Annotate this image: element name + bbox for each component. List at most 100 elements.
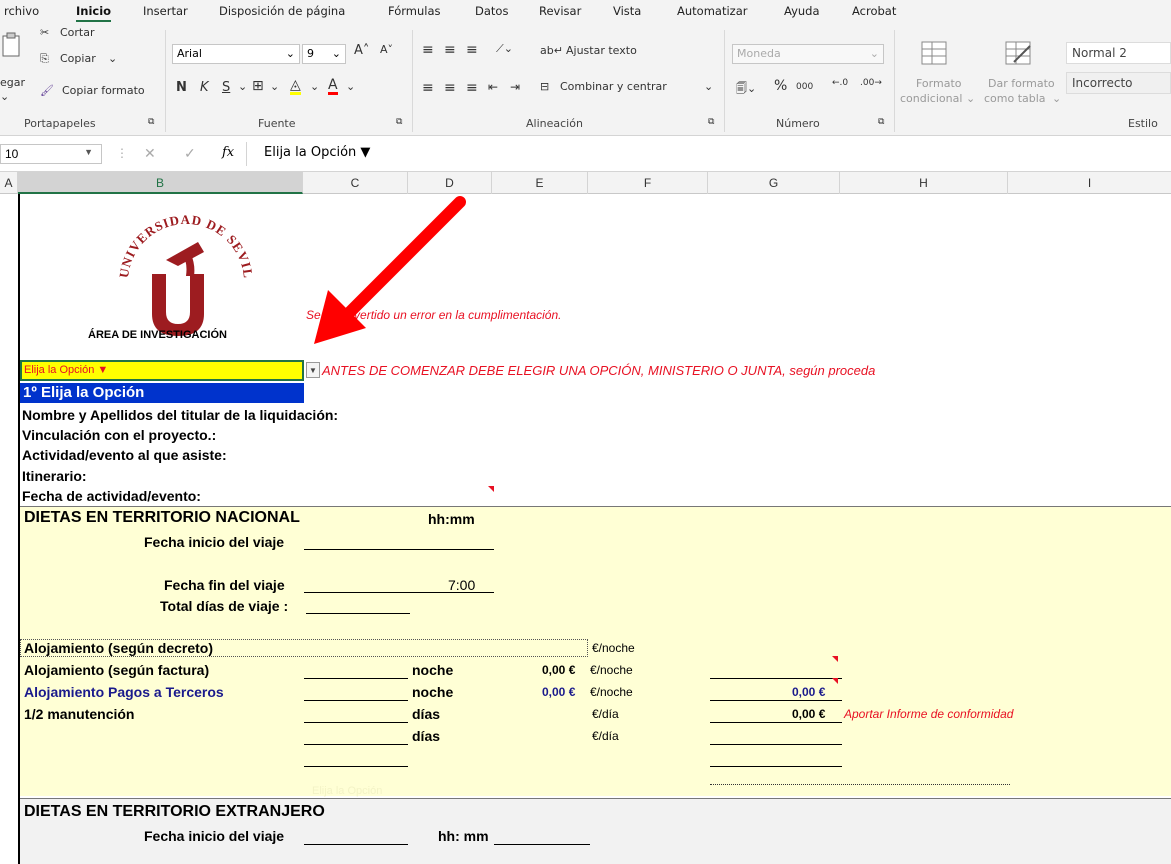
extranjero-inicio-label: Fecha inicio del viaje (144, 828, 285, 844)
thousands-button[interactable]: 000 (796, 82, 813, 92)
merge-chevron-icon[interactable]: ⌄ (704, 80, 713, 93)
copy-chevron-icon[interactable]: ⌄ (108, 52, 117, 65)
borders-chevron-icon[interactable]: ⌄ (270, 80, 279, 93)
align-bottom-icon[interactable]: ≡ (466, 42, 478, 58)
nacional-fin-time[interactable]: 7:00 (448, 577, 475, 593)
format-as-table-icon[interactable] (1004, 40, 1032, 69)
align-top-icon[interactable]: ≡ (422, 42, 434, 58)
cut-button[interactable]: Cortar (60, 26, 95, 39)
format-as-table-label-1[interactable]: Dar formato (988, 77, 1055, 90)
column-header-b[interactable]: B (18, 172, 303, 194)
conditional-format-chevron-icon[interactable]: ⌄ (966, 92, 975, 105)
column-header-f[interactable]: F (588, 172, 708, 194)
orientation-icon[interactable]: ⟋⌄ (496, 42, 513, 56)
menu-inicio[interactable]: Inicio (76, 4, 112, 22)
menu-archivo[interactable]: rchivo (4, 4, 39, 18)
menu-datos[interactable]: Datos (475, 4, 508, 18)
copy-icon[interactable]: ⎘ (40, 52, 49, 66)
borders-icon[interactable]: ⊞ (252, 78, 264, 94)
paste-button[interactable]: egar (0, 76, 25, 89)
menu-ayuda[interactable]: Ayuda (784, 4, 820, 18)
align-center-icon[interactable]: ≡ (444, 80, 456, 96)
name-box[interactable]: 10 ▼ (0, 144, 102, 164)
grow-font-icon[interactable]: A˄ (354, 43, 369, 58)
menu-acrobat[interactable]: Acrobat (852, 4, 896, 18)
formula-input[interactable]: Elija la Opción ▼ (264, 145, 370, 160)
align-right-icon[interactable]: ≡ (466, 80, 478, 96)
conditional-format-label-2[interactable]: condicional (900, 92, 962, 105)
menu-insertar[interactable]: Insertar (143, 4, 188, 18)
style-incorrecto[interactable]: Incorrecto (1066, 72, 1171, 94)
function-icon[interactable]: fx (222, 145, 234, 160)
decrease-decimal-icon[interactable]: .00→ (860, 78, 882, 88)
option-dropdown-cell[interactable]: Elija la Opción ▼ (20, 360, 304, 381)
aloj-terceros-total[interactable]: 0,00 € (792, 685, 825, 699)
font-launcher-icon[interactable]: ⧉ (396, 117, 402, 127)
menu-revisar[interactable]: Revisar (539, 4, 581, 18)
enter-icon[interactable]: ✓ (184, 145, 196, 162)
conditional-format-label-1[interactable]: Formato (916, 77, 962, 90)
paste-icon[interactable] (0, 32, 22, 61)
column-header-g[interactable]: G (708, 172, 840, 194)
column-header-a[interactable]: A (0, 172, 18, 194)
fill-color-icon[interactable]: ◬ (290, 78, 301, 95)
underline-button[interactable]: S (222, 80, 230, 95)
comment-marker-3[interactable] (832, 678, 838, 684)
font-name-select[interactable]: Arial ⌄ (172, 44, 300, 64)
aloj-factura-unit: noche (412, 662, 454, 678)
style-normal-2[interactable]: Normal 2 (1066, 42, 1171, 64)
menu-vista[interactable]: Vista (613, 4, 641, 18)
number-launcher-icon[interactable]: ⧉ (878, 117, 884, 127)
font-color-icon[interactable]: A (328, 78, 338, 95)
column-header-c[interactable]: C (303, 172, 408, 194)
copy-button[interactable]: Copiar (60, 52, 96, 65)
alignment-launcher-icon[interactable]: ⧉ (708, 117, 714, 127)
column-header-i[interactable]: I (1008, 172, 1171, 194)
cut-icon[interactable]: ✂ (40, 26, 49, 39)
dropdown-option[interactable]: 1º Elija la Opción (20, 383, 304, 403)
format-painter-button[interactable]: Copiar formato (62, 84, 145, 97)
align-middle-icon[interactable]: ≡ (444, 42, 456, 58)
dropdown-arrow-icon[interactable]: ▼ (306, 362, 320, 378)
font-size-select[interactable]: 9 ⌄ (302, 44, 346, 64)
cancel-icon[interactable]: ✕ (144, 145, 156, 162)
comment-marker[interactable] (488, 486, 494, 492)
menu-automatizar[interactable]: Automatizar (677, 4, 747, 18)
number-format-select[interactable]: Moneda ⌄ (732, 44, 884, 64)
percent-button[interactable]: % (774, 78, 787, 94)
wrap-text-icon[interactable]: ab↵ (540, 44, 563, 57)
bold-button[interactable]: N (176, 80, 187, 95)
aloj-factura-per: €/noche (590, 663, 633, 677)
menu-formulas[interactable]: Fórmulas (388, 4, 441, 18)
manutencion-per: €/día (592, 707, 619, 721)
column-header-d[interactable]: D (408, 172, 492, 194)
font-color-chevron-icon[interactable]: ⌄ (346, 80, 355, 93)
conditional-format-icon[interactable] (920, 40, 948, 69)
increase-decimal-icon[interactable]: ←.0 (832, 78, 848, 88)
underline-chevron-icon[interactable]: ⌄ (238, 80, 247, 93)
clipboard-launcher-icon[interactable]: ⧉ (148, 117, 154, 127)
shrink-font-icon[interactable]: A˅ (380, 43, 393, 56)
accounting-icon[interactable]: 🗐⌄ (736, 80, 756, 99)
align-left-icon[interactable]: ≡ (422, 80, 434, 96)
aloj-terceros-amount[interactable]: 0,00 € (542, 685, 575, 699)
aloj-decreto-label: Alojamiento (según decreto) (24, 640, 214, 656)
wrap-text-button[interactable]: Ajustar texto (566, 44, 637, 57)
format-as-table-label-2[interactable]: como tabla (984, 92, 1046, 105)
aloj-factura-amount[interactable]: 0,00 € (542, 663, 575, 677)
menu-disposicion[interactable]: Disposición de página (219, 4, 345, 18)
column-header-e[interactable]: E (492, 172, 588, 194)
merge-icon[interactable]: ⊟ (540, 80, 549, 93)
increase-indent-icon[interactable]: ⇥ (510, 80, 520, 94)
decrease-indent-icon[interactable]: ⇤ (488, 80, 498, 94)
format-painter-icon[interactable]: 🖌 (40, 84, 54, 97)
paste-chevron-icon[interactable]: ⌄ (0, 90, 9, 103)
worksheet[interactable]: UNIVERSIDAD DE SEVILLA ÁREA DE INVESTIGA… (18, 194, 1171, 864)
italic-button[interactable]: K (200, 80, 209, 95)
manutencion-total[interactable]: 0,00 € (792, 707, 825, 721)
merge-center-button[interactable]: Combinar y centrar (560, 80, 667, 93)
column-header-h[interactable]: H (840, 172, 1008, 194)
format-as-table-chevron-icon[interactable]: ⌄ (1052, 92, 1061, 105)
fill-color-chevron-icon[interactable]: ⌄ (310, 80, 319, 93)
comment-marker-2[interactable] (832, 656, 838, 662)
